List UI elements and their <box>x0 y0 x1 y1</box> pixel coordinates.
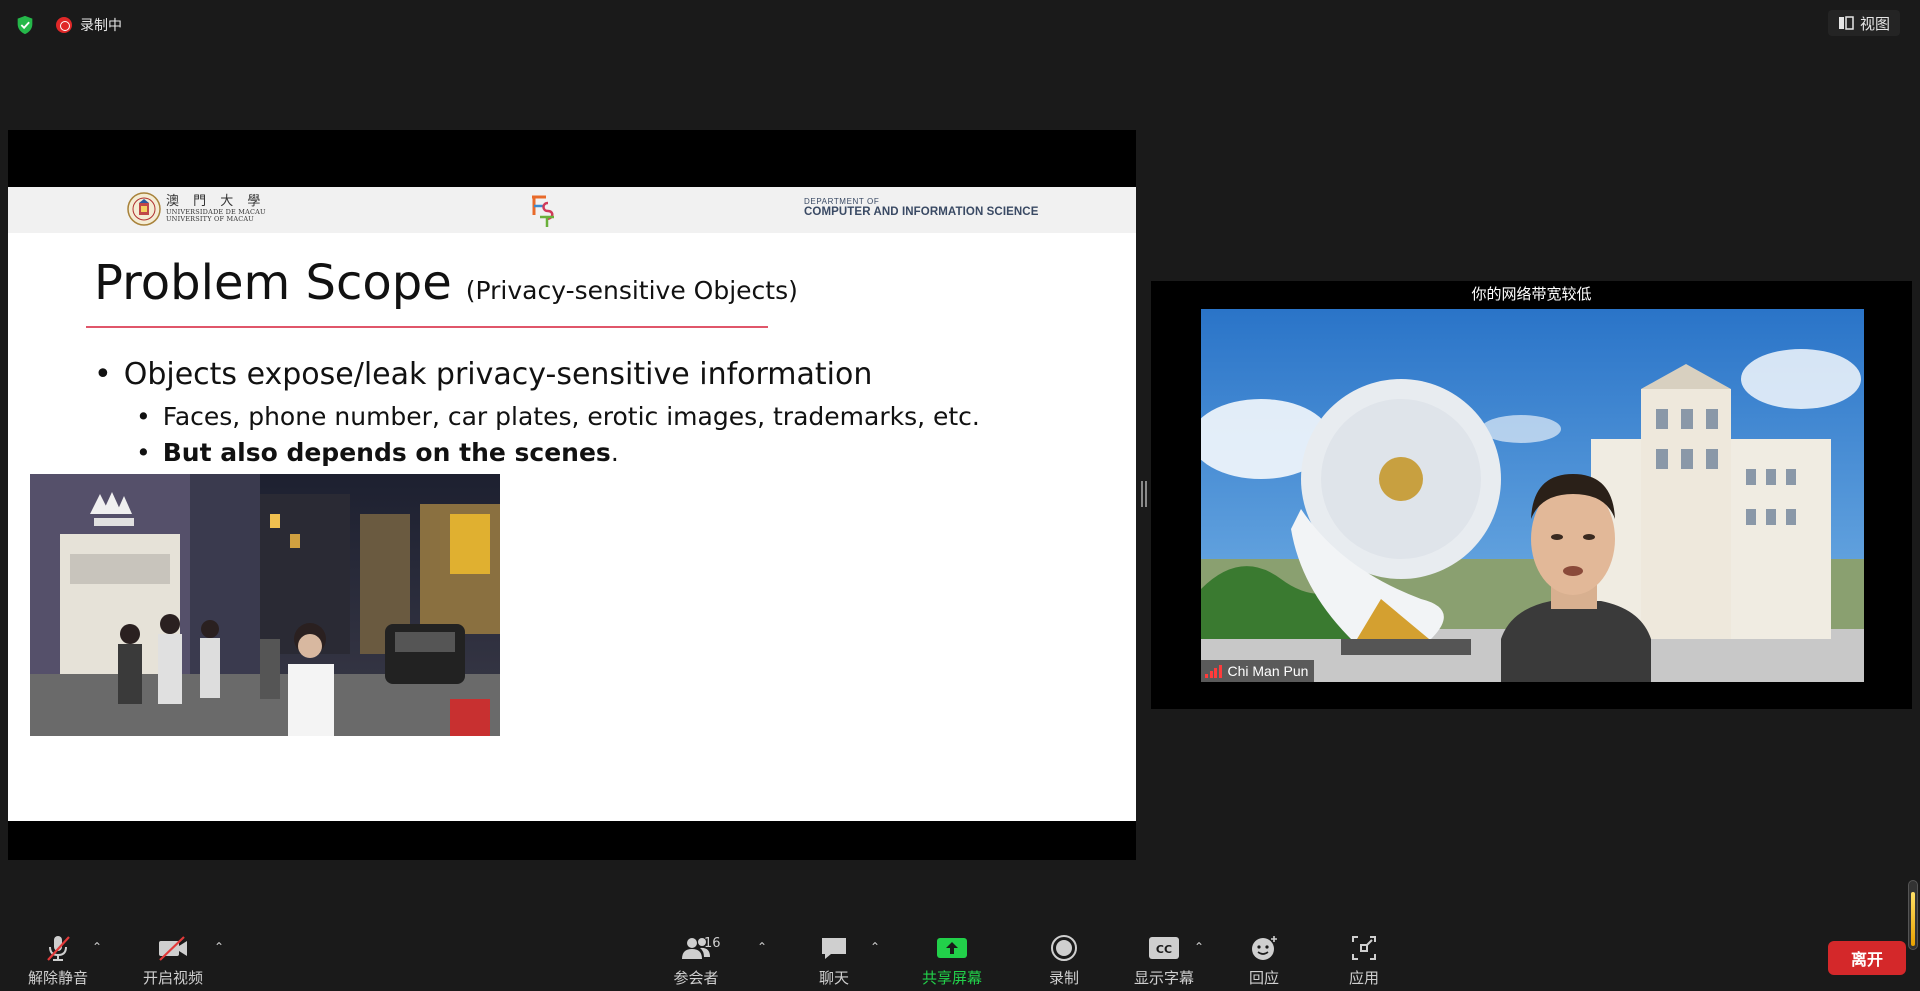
bullet-text: But also depends on the scenes. <box>163 438 619 467</box>
bullet-level-2: • Faces, phone number, car plates, eroti… <box>136 402 980 431</box>
slide-title-main: Problem Scope <box>94 255 452 311</box>
bottom-toolbar: 解除静音 ⌃ 开启视频 ⌃ 16 参会者 ⌃ 聊天 ⌃ 共享屏幕 录制 CC 显… <box>0 925 1920 991</box>
camera-off-icon <box>155 933 191 963</box>
security-shield-icon[interactable] <box>14 14 36 36</box>
view-button[interactable]: 视图 <box>1827 10 1900 36</box>
captions-label: 显示字幕 <box>1133 969 1194 987</box>
signal-strength-icon <box>1205 664 1222 678</box>
video-panel: 你的网络带宽较低 Chi Man Pun <box>1151 281 1912 709</box>
bullet-level-2: • But also depends on the scenes. <box>136 438 619 467</box>
bullet-marker: • <box>136 438 151 467</box>
bullet-marker: • <box>94 357 112 392</box>
slide-header: 澳 門 大 學 UNIVERSIDADE DE MACAU UNIVERSITY… <box>8 187 1136 233</box>
slide-title: Problem Scope (Privacy-sensitive Objects… <box>94 255 798 311</box>
record-button[interactable]: 录制 <box>1014 933 1114 989</box>
participants-button[interactable]: 16 参会者 <box>646 933 746 989</box>
chat-options-chevron-up-icon[interactable]: ⌃ <box>868 940 882 954</box>
start-video-button[interactable]: 开启视频 <box>123 933 223 989</box>
participant-name-tag: Chi Man Pun <box>1201 660 1315 682</box>
participant-video[interactable]: Chi Man Pun <box>1201 309 1864 682</box>
department-logo: DEPARTMENT OF COMPUTER AND INFORMATION S… <box>804 197 1038 219</box>
university-crest-icon <box>127 192 161 226</box>
reactions-button[interactable]: 回应 <box>1214 933 1314 989</box>
view-layout-icon <box>1838 16 1854 30</box>
leave-button[interactable]: 离开 <box>1828 941 1906 975</box>
department-prefix: DEPARTMENT OF <box>804 197 880 206</box>
shared-screen[interactable]: 澳 門 大 學 UNIVERSIDADE DE MACAU UNIVERSITY… <box>8 130 1136 860</box>
participants-label: 参会者 <box>673 969 719 987</box>
presentation-slide: 澳 門 大 學 UNIVERSIDADE DE MACAU UNIVERSITY… <box>8 187 1136 821</box>
bullet-text-bold: But also depends on the scenes <box>162 438 611 467</box>
microphone-muted-icon <box>40 933 76 963</box>
university-logo: 澳 門 大 學 UNIVERSIDADE DE MACAU UNIVERSITY… <box>126 191 266 227</box>
top-bar: 录制中 视图 <box>0 0 1920 48</box>
recording-label: 录制中 <box>80 18 122 34</box>
faculty-logo-icon <box>532 195 554 227</box>
chat-label: 聊天 <box>818 969 849 987</box>
audio-level-indicator <box>1908 880 1918 950</box>
street-scene-photo <box>30 474 500 736</box>
apps-button[interactable]: 应用 <box>1314 933 1414 989</box>
closed-captions-icon: CC <box>1146 933 1182 963</box>
recording-indicator[interactable]: 录制中 <box>56 15 122 35</box>
participants-count: 16 <box>704 936 721 951</box>
apps-icon <box>1346 933 1382 963</box>
bullet-text: Faces, phone number, car plates, erotic … <box>162 402 980 431</box>
title-divider <box>86 326 768 328</box>
slide-title-sub: (Privacy-sensitive Objects) <box>465 276 798 305</box>
panel-splitter-handle[interactable] <box>1139 479 1148 509</box>
share-screen-label: 共享屏幕 <box>921 969 982 987</box>
participants-options-chevron-up-icon[interactable]: ⌃ <box>755 940 769 954</box>
reactions-smiley-icon <box>1246 933 1282 963</box>
share-screen-icon <box>934 933 970 963</box>
university-name-en: UNIVERSITY OF MACAU <box>166 215 254 224</box>
department-name: COMPUTER AND INFORMATION SCIENCE <box>804 206 1039 219</box>
reactions-label: 回应 <box>1248 969 1279 987</box>
audio-options-chevron-up-icon[interactable]: ⌃ <box>90 940 104 954</box>
bullet-text-tail: . <box>610 438 619 467</box>
video-options-chevron-up-icon[interactable]: ⌃ <box>212 940 226 954</box>
bullet-marker: • <box>136 402 151 431</box>
record-label: 录制 <box>1048 969 1079 987</box>
unmute-label: 解除静音 <box>27 969 88 987</box>
participant-video-feed <box>1201 309 1864 682</box>
bullet-text: Objects expose/leak privacy-sensitive in… <box>123 357 873 392</box>
captions-icon-text: CC <box>1156 943 1172 956</box>
university-name-cn: 澳 門 大 學 <box>166 193 266 209</box>
participant-name: Chi Man Pun <box>1227 663 1309 679</box>
recording-icon <box>56 17 72 33</box>
captions-options-chevron-up-icon[interactable]: ⌃ <box>1192 940 1206 954</box>
view-label: 视图 <box>1859 14 1890 33</box>
share-screen-button[interactable]: 共享屏幕 <box>902 933 1002 989</box>
bullet-level-1: • Objects expose/leak privacy-sensitive … <box>94 357 872 392</box>
start-video-label: 开启视频 <box>142 969 203 987</box>
apps-label: 应用 <box>1348 969 1379 987</box>
record-icon <box>1046 933 1082 963</box>
network-warning: 你的网络带宽较低 <box>1471 285 1592 303</box>
chat-icon <box>816 933 852 963</box>
participants-icon: 16 <box>678 933 721 963</box>
